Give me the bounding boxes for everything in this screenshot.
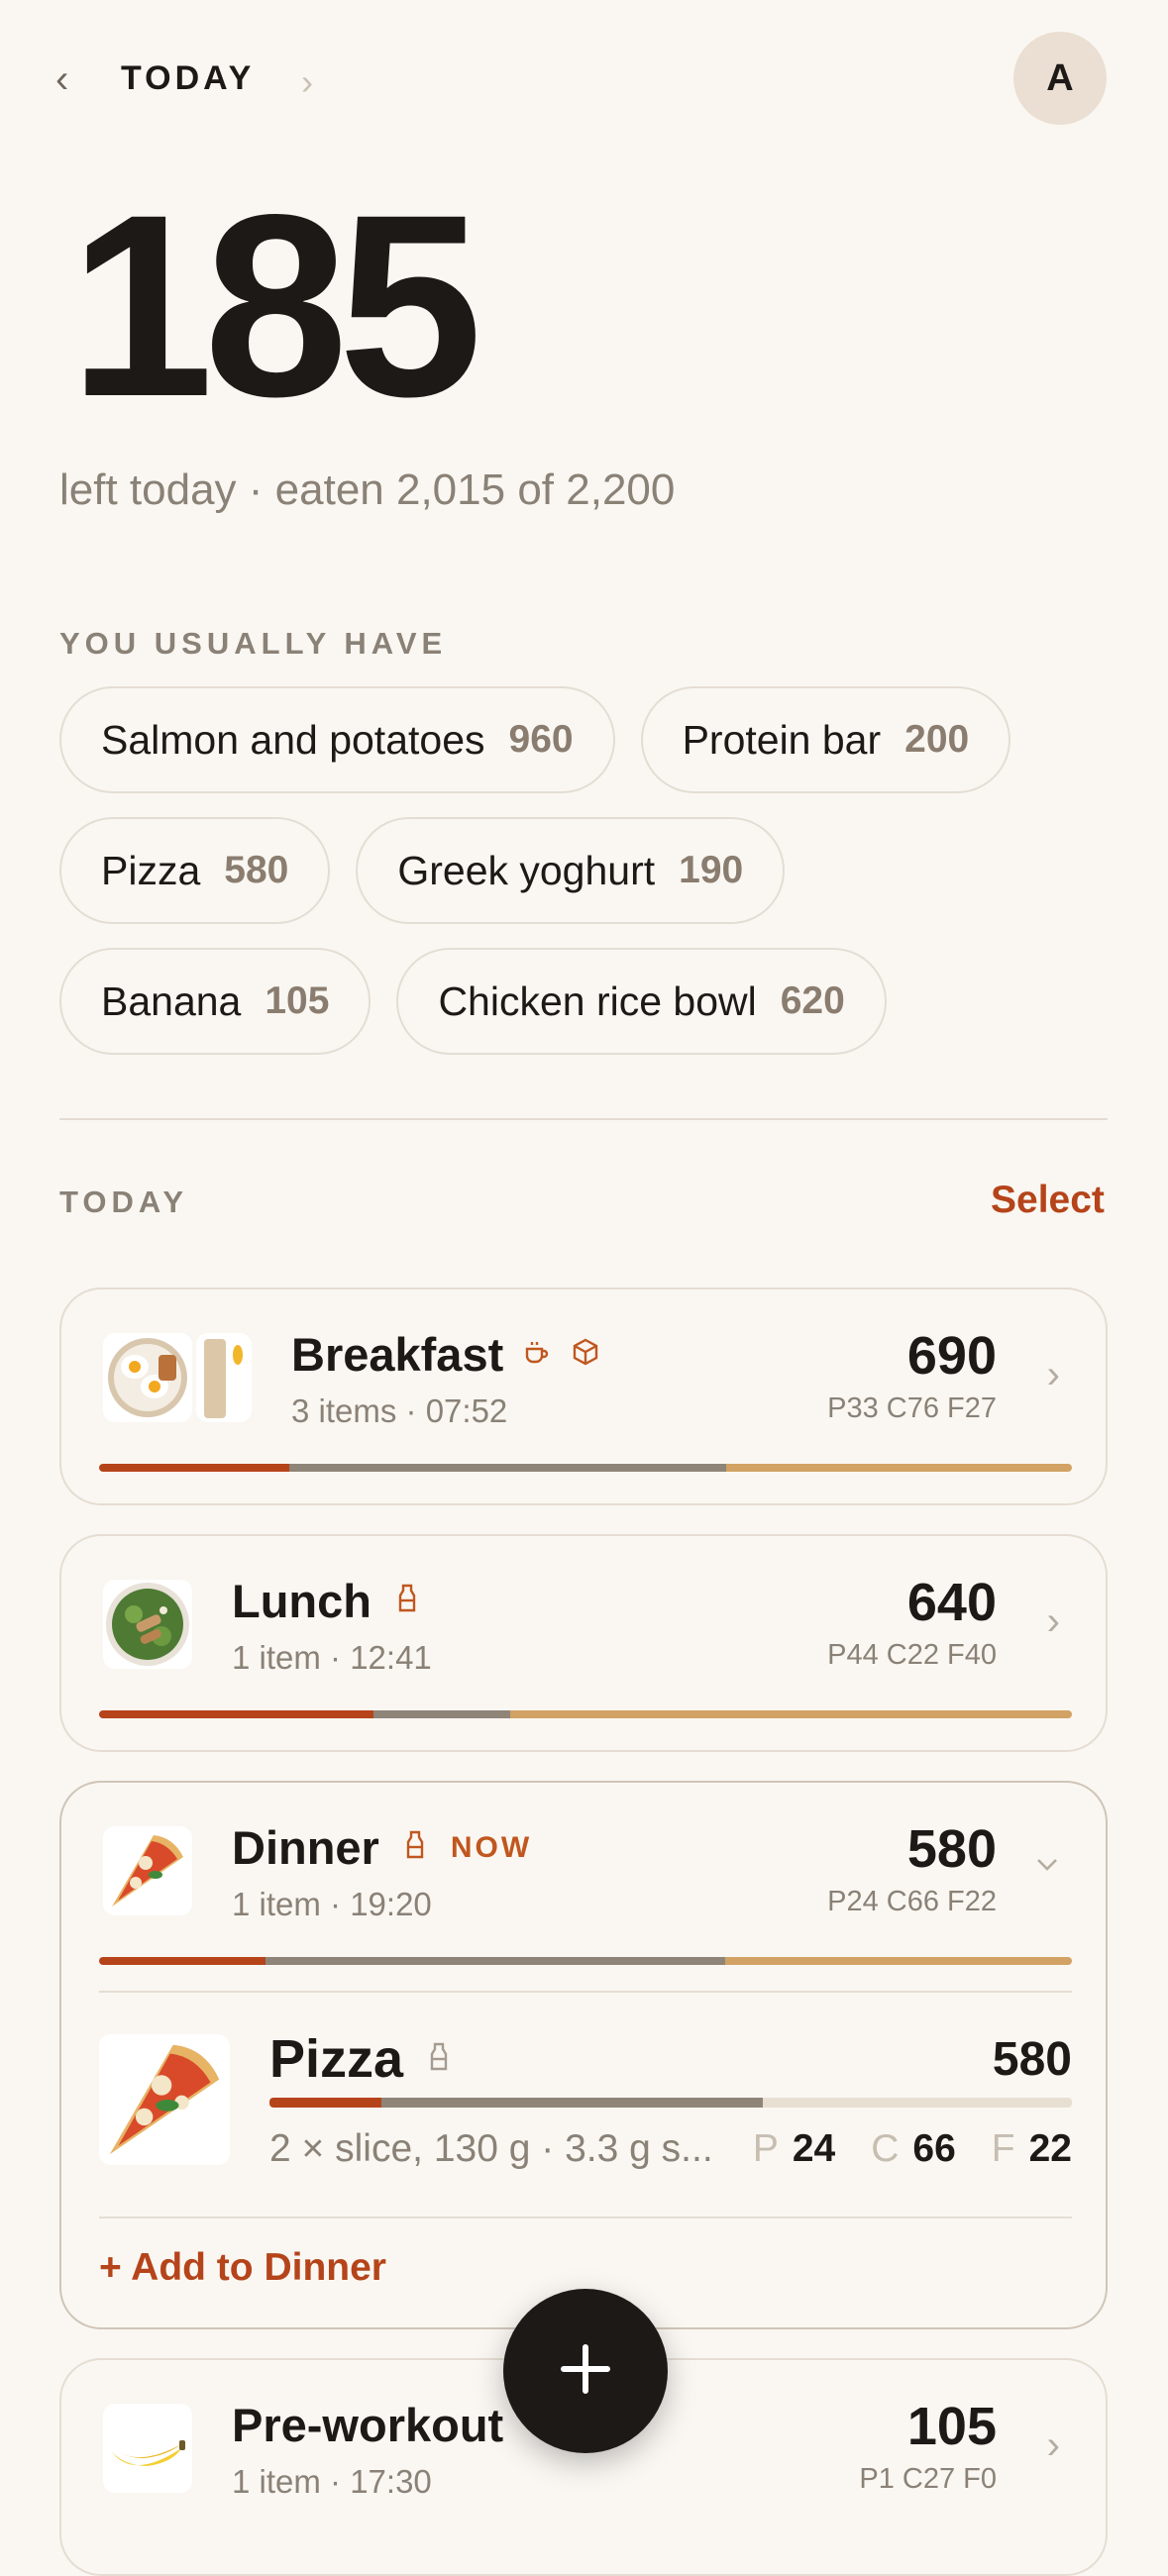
meal-calories: 640 bbox=[906, 1573, 997, 1632]
macro-bar-fat bbox=[510, 1710, 1072, 1718]
chip-calories: 190 bbox=[679, 849, 744, 891]
food-item-pizza[interactable]: Pizza 580 2 × slice, 130 g · 3.3 g s... … bbox=[99, 2029, 1072, 2183]
usual-chip[interactable]: Protein bar 200 bbox=[640, 686, 1011, 793]
macro-bar-carbs bbox=[372, 1710, 511, 1718]
usual-chip[interactable]: Chicken rice bowl 620 bbox=[396, 948, 887, 1055]
macro-bar bbox=[99, 1957, 1072, 1965]
macro-bar-protein bbox=[99, 1957, 265, 1965]
macro-bar bbox=[99, 1464, 1072, 1472]
meal-name: Lunch bbox=[232, 1575, 372, 1627]
bottle-icon bbox=[427, 2041, 451, 2078]
chip-name: Banana bbox=[101, 978, 242, 1024]
macro-bar-fat bbox=[726, 1464, 1072, 1472]
salad-thumbnail bbox=[103, 1580, 192, 1669]
section-divider bbox=[59, 1118, 1108, 1120]
pizza-thumbnail bbox=[103, 1826, 192, 1915]
protein-value: 24 bbox=[792, 2127, 836, 2170]
meal-name: Dinner bbox=[232, 1821, 379, 1874]
plus-icon bbox=[558, 2341, 613, 2402]
coffee-icon bbox=[523, 1338, 551, 1371]
side-item-thumbnail bbox=[196, 1333, 252, 1422]
meal-subtitle: 1 item · 19:20 bbox=[232, 1886, 432, 1922]
macro-bar-protein bbox=[99, 1464, 290, 1472]
select-button[interactable]: Select bbox=[991, 1179, 1105, 1222]
meal-name: Breakfast bbox=[291, 1328, 504, 1381]
avatar-initial: A bbox=[1046, 56, 1074, 99]
food-name: Pizza bbox=[269, 2029, 404, 2089]
date-title: TODAY bbox=[121, 59, 256, 97]
macro-bar-protein bbox=[99, 1710, 373, 1718]
food-calories: 580 bbox=[992, 2033, 1072, 2086]
usual-section-label: YOU USUALLY HAVE bbox=[59, 626, 448, 661]
meal-subtitle: 1 item · 12:41 bbox=[232, 1639, 432, 1676]
meal-macros: P1 C27 F0 bbox=[859, 2463, 997, 2495]
fat-value: 22 bbox=[1028, 2127, 1072, 2170]
add-food-button[interactable] bbox=[503, 2289, 668, 2453]
chevron-right-icon: › bbox=[1046, 1599, 1060, 1643]
food-macros: P 24 C 66 F 22 bbox=[753, 2127, 1072, 2171]
chip-name: Salmon and potatoes bbox=[101, 716, 485, 763]
chip-name: Chicken rice bowl bbox=[438, 978, 757, 1024]
meal-calories: 690 bbox=[906, 1326, 997, 1386]
chip-name: Protein bar bbox=[682, 716, 882, 763]
meal-thumbnails bbox=[103, 1333, 252, 1424]
meal-subtitle: 1 item · 17:30 bbox=[232, 2463, 432, 2500]
meal-macros: P44 C22 F40 bbox=[827, 1639, 997, 1671]
macro-bar-protein bbox=[269, 2098, 382, 2108]
usual-chip[interactable]: Greek yoghurt 190 bbox=[356, 817, 786, 924]
eggs-toast-thumbnail bbox=[103, 1333, 192, 1422]
chevron-right-icon: › bbox=[1046, 2423, 1060, 2467]
item-divider bbox=[99, 2216, 1072, 2218]
meal-card-dinner[interactable]: Dinner NOW 1 item · 19:20 580 P24 C66 F2… bbox=[59, 1781, 1108, 2329]
avatar[interactable]: A bbox=[1013, 32, 1107, 125]
chip-calories: 580 bbox=[224, 849, 289, 891]
usual-chip[interactable]: Pizza 580 bbox=[59, 817, 331, 924]
bottle-icon bbox=[403, 1829, 427, 1866]
macro-bar-carbs bbox=[289, 1464, 727, 1472]
add-to-dinner-button[interactable]: + Add to Dinner bbox=[99, 2246, 386, 2290]
banana-thumbnail bbox=[103, 2404, 192, 2493]
macro-bar-fat bbox=[725, 1957, 1072, 1965]
bottle-icon bbox=[395, 1583, 419, 1619]
meal-calories: 580 bbox=[906, 1819, 997, 1879]
usual-chips: Salmon and potatoes 960 Protein bar 200 … bbox=[59, 686, 1129, 1079]
macro-bar-remaining bbox=[763, 2098, 1072, 2108]
carbs-label: C bbox=[871, 2127, 900, 2170]
macro-bar-carbs bbox=[265, 1957, 726, 1965]
previous-day-button[interactable]: ‹ bbox=[55, 57, 68, 102]
meal-name: Pre-workout bbox=[232, 2399, 504, 2451]
chip-calories: 200 bbox=[904, 718, 970, 761]
calories-remaining: 185 bbox=[69, 160, 482, 451]
chevron-down-icon[interactable] bbox=[1032, 1844, 1062, 1889]
food-detail: 2 × slice, 130 g · 3.3 g s... bbox=[269, 2127, 713, 2170]
meal-card-lunch[interactable]: Lunch 1 item · 12:41 640 P44 C22 F40 › bbox=[59, 1534, 1108, 1752]
macro-bar-carbs bbox=[381, 2098, 764, 2108]
chip-calories: 620 bbox=[780, 979, 845, 1022]
chevron-right-icon: › bbox=[1046, 1353, 1060, 1396]
next-day-button[interactable]: › bbox=[301, 61, 313, 103]
today-section-label: TODAY bbox=[59, 1185, 189, 1219]
carbs-value: 66 bbox=[912, 2127, 956, 2170]
box-icon bbox=[571, 1337, 600, 1372]
protein-label: P bbox=[752, 2127, 779, 2170]
meal-card-breakfast[interactable]: Breakfast 3 items · 07:52 690 P33 C76 F2… bbox=[59, 1288, 1108, 1505]
chip-name: Greek yoghurt bbox=[397, 847, 656, 893]
meal-macros: P33 C76 F27 bbox=[827, 1392, 997, 1424]
meal-macros: P24 C66 F22 bbox=[827, 1886, 997, 1917]
chip-name: Pizza bbox=[101, 847, 201, 893]
chip-calories: 105 bbox=[265, 979, 330, 1022]
meal-subtitle: 3 items · 07:52 bbox=[291, 1392, 508, 1429]
pizza-item-thumbnail bbox=[99, 2034, 230, 2165]
chip-calories: 960 bbox=[508, 718, 574, 761]
macro-bar bbox=[99, 1710, 1072, 1718]
usual-chip[interactable]: Salmon and potatoes 960 bbox=[59, 686, 615, 793]
usual-chip[interactable]: Banana 105 bbox=[59, 948, 372, 1055]
food-macro-bar bbox=[269, 2098, 1072, 2108]
fat-label: F bbox=[991, 2127, 1015, 2170]
item-divider bbox=[99, 1991, 1072, 1993]
calories-summary: left today · eaten 2,015 of 2,200 bbox=[59, 465, 676, 514]
now-badge: NOW bbox=[450, 1830, 533, 1864]
meal-calories: 105 bbox=[906, 2397, 997, 2456]
